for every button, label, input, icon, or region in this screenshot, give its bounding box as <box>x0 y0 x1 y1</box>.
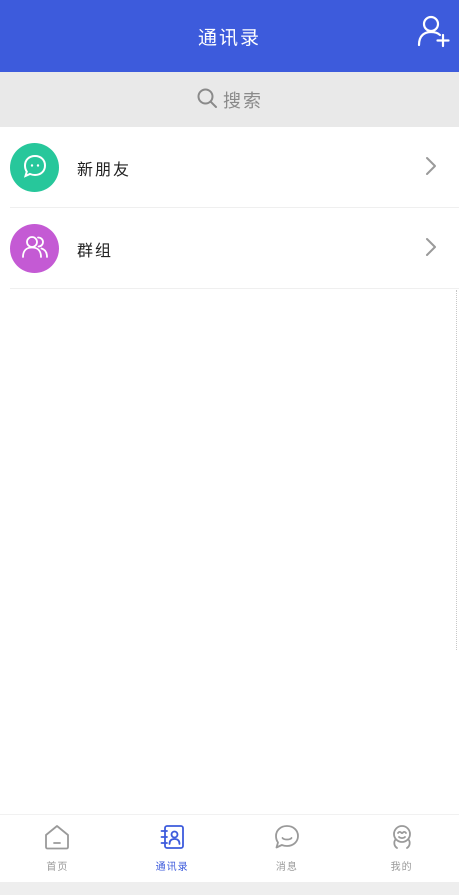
bottom-strip <box>0 882 459 895</box>
profile-icon <box>388 823 416 855</box>
nav-home[interactable]: 首页 <box>0 815 115 882</box>
nav-contacts[interactable]: 通讯录 <box>115 815 230 882</box>
chat-bubble-icon <box>22 153 48 183</box>
new-friends-avatar <box>10 143 59 192</box>
search-icon <box>196 87 218 113</box>
bottom-nav: 首页 通讯录 消息 我的 <box>0 814 459 882</box>
chevron-right-icon <box>425 156 437 180</box>
list-item-label: 新朋友 <box>77 159 132 179</box>
list-item-new-friends[interactable]: 新朋友 <box>0 127 459 208</box>
contacts-icon <box>158 823 186 855</box>
add-contact-icon <box>416 13 452 53</box>
search-input[interactable]: 搜索 <box>196 87 263 113</box>
home-icon <box>43 823 71 855</box>
contacts-screen: 通讯录 搜索 新朋友 群组 首页 通讯录 消息 我的 <box>0 0 459 895</box>
nav-label: 我的 <box>390 862 413 873</box>
search-bar: 搜索 <box>0 72 459 127</box>
header-bar: 通讯录 <box>0 0 459 72</box>
groups-avatar <box>10 224 59 273</box>
page-title: 通讯录 <box>197 26 261 49</box>
contact-list: 新朋友 群组 <box>0 127 459 289</box>
message-icon <box>273 823 301 855</box>
search-placeholder: 搜索 <box>223 90 263 112</box>
group-icon <box>21 233 49 265</box>
nav-label: 消息 <box>275 862 298 873</box>
nav-profile[interactable]: 我的 <box>344 815 459 882</box>
nav-label: 通讯录 <box>155 862 189 873</box>
list-item-groups[interactable]: 群组 <box>0 208 459 289</box>
nav-label: 首页 <box>46 862 69 873</box>
nav-messages[interactable]: 消息 <box>230 815 345 882</box>
list-item-label: 群组 <box>77 240 114 260</box>
add-contact-button[interactable] <box>413 12 455 54</box>
chevron-right-icon <box>425 237 437 261</box>
edge-divider <box>456 290 457 650</box>
